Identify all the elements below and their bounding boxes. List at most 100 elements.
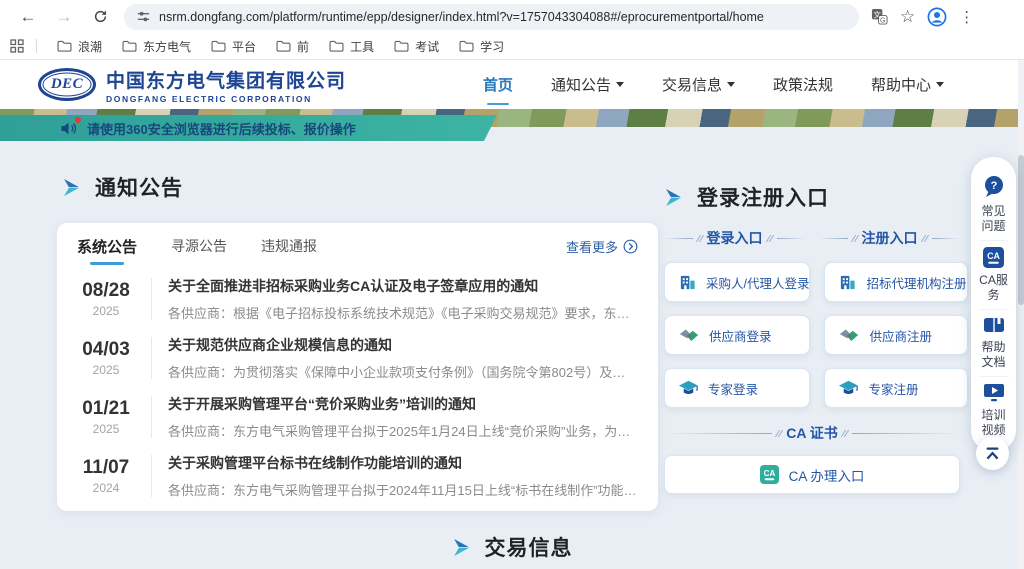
training-videos-item[interactable]: 培训视频 xyxy=(979,376,1009,444)
collapse-sidebar-button[interactable] xyxy=(976,437,1009,470)
decor-slashes xyxy=(698,235,702,242)
forward-button[interactable]: → xyxy=(50,3,78,31)
speaker-icon xyxy=(60,121,78,136)
decor-line xyxy=(777,238,806,239)
decor-slashes xyxy=(843,430,847,437)
bookmark-folder[interactable]: 学习 xyxy=(451,36,512,57)
faq-item[interactable]: ? 常见问题 xyxy=(979,169,1009,240)
notice-row[interactable]: 04/03 2025 关于规范供应商企业规模信息的通知 各供应商：为贯彻落实《保… xyxy=(77,328,638,387)
chevron-down-icon xyxy=(616,82,624,87)
tab-violation-reports[interactable]: 违规通报 xyxy=(261,224,317,268)
bookmark-star-icon[interactable]: ☆ xyxy=(900,7,915,27)
expert-login-button[interactable]: 专家登录 xyxy=(664,368,810,408)
circle-chevron-right-icon xyxy=(623,239,638,254)
folder-icon xyxy=(276,40,291,52)
decor-line xyxy=(664,238,693,239)
reload-icon xyxy=(93,9,108,24)
bookmarks-bar: 浪潮 东方电气 平台 前 工具 考试 学习 xyxy=(0,33,1024,59)
nav-help-center[interactable]: 帮助中心 xyxy=(871,68,944,101)
book-icon xyxy=(983,316,1005,335)
site-header: DEC 中国东方电气集团有限公司 DONGFANG ELECTRIC CORPO… xyxy=(0,60,1024,109)
nav-notices[interactable]: 通知公告 xyxy=(551,68,624,101)
ca-cert-header: CA 证书 xyxy=(664,423,960,443)
browser-toolbar: ← → nsrm.dongfang.com/platform/runtime/e… xyxy=(0,0,1024,33)
tab-sourcing-notices[interactable]: 寻源公告 xyxy=(171,224,227,268)
bookmark-folder[interactable]: 东方电气 xyxy=(114,36,199,57)
svg-text:G: G xyxy=(880,16,886,24)
purchaser-agent-login-button[interactable]: 采购人/代理人登录 xyxy=(664,262,810,302)
notice-desc: 各供应商：根据《电子招标投标系统技术规范》《电子采购交易规范》要求，东方电气采购… xyxy=(168,303,638,322)
svg-text:?: ? xyxy=(990,180,997,192)
company-logo[interactable]: DEC 中国东方电气集团有限公司 DONGFANG ELECTRIC CORPO… xyxy=(38,66,346,104)
address-bar[interactable]: nsrm.dongfang.com/platform/runtime/epp/d… xyxy=(124,4,859,30)
bidding-agency-register-button[interactable]: 招标代理机构注册 xyxy=(824,262,967,302)
bookmark-folder[interactable]: 前 xyxy=(268,36,317,57)
nav-home[interactable]: 首页 xyxy=(483,68,513,101)
notice-title[interactable]: 关于开展采购管理平台“竞价采购业务”培训的通知 xyxy=(168,394,638,414)
folder-icon xyxy=(122,40,137,52)
translate-icon[interactable]: 文G xyxy=(871,8,888,25)
building-icon xyxy=(678,273,697,292)
building-icon xyxy=(838,273,857,292)
bookmark-folder[interactable]: 浪潮 xyxy=(49,36,110,57)
supplier-register-button[interactable]: 供应商注册 xyxy=(824,315,967,355)
notice-date: 04/03 2025 xyxy=(77,339,135,377)
reload-button[interactable] xyxy=(86,3,114,31)
section-arrow-icon xyxy=(452,539,471,556)
company-name-en: DONGFANG ELECTRIC CORPORATION xyxy=(106,94,346,104)
decor-slashes xyxy=(777,430,781,437)
ca-service-item[interactable]: CA CA服务 xyxy=(979,240,1009,309)
back-button[interactable]: ← xyxy=(14,3,42,31)
decor-line xyxy=(819,238,848,239)
site-settings-icon[interactable] xyxy=(136,9,151,24)
scrollbar-thumb[interactable] xyxy=(1018,155,1024,305)
video-icon xyxy=(983,383,1005,403)
register-entry-header: 注册入口 xyxy=(819,228,960,248)
notice-title[interactable]: 关于全面推进非招标采购业务CA认证及电子签章应用的通知 xyxy=(168,276,638,296)
folder-icon xyxy=(394,40,409,52)
notice-title[interactable]: 关于规范供应商企业规模信息的通知 xyxy=(168,335,638,355)
decor-slashes xyxy=(768,235,772,242)
help-docs-item[interactable]: 帮助文档 xyxy=(979,309,1009,376)
notice-row[interactable]: 08/28 2025 关于全面推进非招标采购业务CA认证及电子签章应用的通知 各… xyxy=(77,269,638,328)
decor-slashes xyxy=(923,235,927,242)
tab-system-notices[interactable]: 系统公告 xyxy=(77,224,137,269)
decor-slashes xyxy=(853,235,857,242)
profile-avatar-icon[interactable] xyxy=(927,7,947,27)
apps-grid-icon[interactable] xyxy=(10,39,24,53)
ca-badge-icon: CA xyxy=(983,247,1004,268)
menu-dots-icon[interactable]: ⋮ xyxy=(959,8,974,26)
divider xyxy=(151,337,152,379)
notice-date: 01/21 2025 xyxy=(77,398,135,436)
notice-row[interactable]: 11/07 2024 关于采购管理平台标书在线制作功能培训的通知 各供应商：东方… xyxy=(77,446,638,505)
expert-register-button[interactable]: 专家注册 xyxy=(824,368,967,408)
view-more-link[interactable]: 查看更多 xyxy=(566,237,638,256)
notice-title[interactable]: 关于采购管理平台标书在线制作功能培训的通知 xyxy=(168,453,638,473)
notice-date: 08/28 2025 xyxy=(77,280,135,318)
nav-policies[interactable]: 政策法规 xyxy=(773,68,833,101)
notice-date: 11/07 2024 xyxy=(77,457,135,495)
page-scrollbar[interactable] xyxy=(1018,60,1024,569)
ca-apply-button[interactable]: CA CA 办理入口 xyxy=(664,455,960,494)
notification-dot xyxy=(75,117,81,123)
announcement-text: 请使用360安全浏览器进行后续投标、报价操作 xyxy=(87,119,356,138)
url-text[interactable]: nsrm.dongfang.com/platform/runtime/epp/d… xyxy=(159,10,764,24)
floating-help-sidebar: ? 常见问题 CA CA服务 帮助文档 培训视频 xyxy=(971,157,1016,452)
notice-desc: 各供应商：东方电气采购管理平台拟于2025年1月24日上线“竞价采购”业务，为帮… xyxy=(168,421,638,440)
notice-row[interactable]: 01/21 2025 关于开展采购管理平台“竞价采购业务”培训的通知 各供应商：… xyxy=(77,387,638,446)
folder-icon xyxy=(211,40,226,52)
browser-chrome: ← → nsrm.dongfang.com/platform/runtime/e… xyxy=(0,0,1024,60)
login-section-header: 登录注册入口 xyxy=(664,182,829,212)
divider xyxy=(151,455,152,497)
nav-transactions[interactable]: 交易信息 xyxy=(662,68,735,101)
dec-logo-oval: DEC xyxy=(38,68,96,101)
folder-icon xyxy=(459,40,474,52)
section-arrow-icon xyxy=(62,179,81,196)
bookmark-folder[interactable]: 平台 xyxy=(203,36,264,57)
bookmark-folder[interactable]: 考试 xyxy=(386,36,447,57)
bookmark-folder[interactable]: 工具 xyxy=(321,36,382,57)
section-title: 通知公告 xyxy=(95,172,183,202)
supplier-login-button[interactable]: 供应商登录 xyxy=(664,315,810,355)
decor-line xyxy=(932,238,961,239)
main-nav: 首页 通知公告 交易信息 政策法规 帮助中心 xyxy=(483,68,944,101)
